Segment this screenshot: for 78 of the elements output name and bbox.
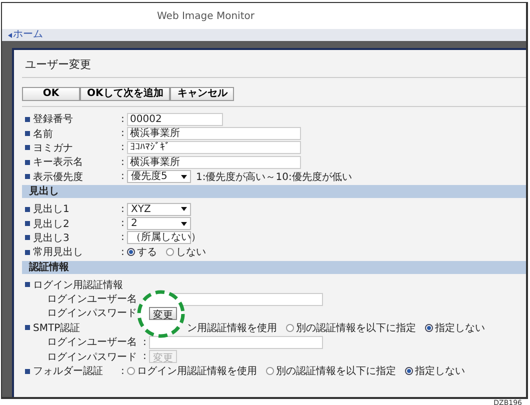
radio-label[interactable]: 別の認証情報を以下に指定 — [296, 320, 416, 335]
radio-label[interactable]: する — [137, 245, 157, 260]
ok-button[interactable]: OKして次を追加 — [80, 87, 170, 101]
cancel-button[interactable]: キャンセル — [170, 87, 234, 101]
colon: : — [121, 171, 124, 182]
text-field[interactable]: 横浜事業所 — [127, 127, 301, 140]
bullet-icon — [25, 325, 30, 330]
radio-button[interactable] — [425, 324, 433, 332]
field-label: ログインユーザー名 — [47, 293, 137, 306]
text-field[interactable] — [149, 336, 323, 349]
field-label: 常用見出し — [33, 246, 83, 260]
field-label: 表示優先度 — [33, 170, 83, 184]
app-title: Web Image Monitor — [157, 10, 254, 22]
radio-button[interactable] — [166, 248, 174, 256]
bullet-icon — [25, 206, 30, 212]
colon: : — [121, 142, 124, 154]
colon: : — [121, 246, 124, 258]
radio-label[interactable]: しない — [176, 245, 206, 260]
field-label: ヨミガナ — [33, 142, 73, 155]
text-field[interactable]: 00002 — [127, 112, 223, 126]
colon: : — [121, 366, 124, 377]
radio-label[interactable]: ログイン用認証情報を使用 — [137, 364, 257, 378]
change-button[interactable]: 変更 — [149, 306, 177, 320]
field-label: ログイン用認証情報 — [33, 278, 123, 292]
radio-label[interactable]: 別の認証情報を以下に指定 — [276, 364, 396, 378]
back-arrow-icon — [8, 32, 12, 38]
field-label: 見出し1 — [33, 202, 70, 216]
ok-button[interactable]: OK — [22, 87, 80, 101]
bullet-icon — [25, 116, 30, 122]
radio-button[interactable] — [127, 248, 135, 256]
bullet-icon — [25, 235, 30, 240]
section-header: 見出し — [22, 184, 526, 198]
radio-button[interactable] — [266, 367, 274, 376]
dropdown[interactable]: 2 — [127, 217, 191, 230]
radio-label[interactable]: 指定しない — [415, 364, 465, 378]
field-label: 名前 — [33, 128, 53, 141]
field-label: フォルダー認証 — [33, 364, 103, 378]
colon: : — [121, 204, 124, 215]
radio-button[interactable] — [405, 367, 413, 376]
field-label: ログインパスワード — [47, 307, 137, 320]
text-field[interactable]: 横浜事業所 — [127, 156, 301, 169]
field-label: 見出し2 — [33, 218, 70, 231]
bullet-icon — [25, 160, 30, 165]
hint-text: 1:優先度が高い～10:優先度が低い — [196, 170, 352, 184]
text-field[interactable] — [171, 292, 323, 306]
bullet-icon — [25, 282, 30, 288]
field-label: 見出し3 — [33, 232, 70, 245]
section-header: 認証情報 — [22, 260, 526, 274]
field-label: キー表示名 — [33, 156, 83, 170]
radio-button[interactable] — [127, 367, 135, 376]
colon: : — [121, 218, 124, 230]
field-label: 登録番号 — [33, 112, 73, 126]
dropdown[interactable]: XYZ — [127, 202, 191, 216]
field-label: ログインパスワード — [47, 350, 137, 364]
colon: : — [121, 128, 124, 140]
bullet-icon — [25, 221, 30, 226]
colon: : — [121, 114, 124, 125]
colon: : — [121, 232, 124, 244]
bullet-icon — [25, 145, 30, 150]
radio-label[interactable]: 指定しない — [435, 320, 485, 335]
bullet-icon — [25, 131, 30, 136]
colon: : — [121, 156, 124, 168]
field-label: SMTP認証 — [33, 322, 80, 335]
colon: : — [143, 336, 146, 348]
radio-label[interactable]: ン用認証情報を使用 — [187, 320, 277, 335]
caret-icon — [181, 207, 187, 212]
text-field[interactable]: ﾖｺﾊﾏｼﾞｷﾞ — [127, 141, 301, 154]
bullet-icon — [25, 250, 30, 255]
radio-button[interactable] — [286, 324, 294, 332]
caret-icon — [181, 174, 187, 179]
colon: : — [143, 351, 146, 362]
bullet-icon — [25, 368, 30, 374]
bullet-icon — [25, 174, 30, 180]
dialog-title: ユーザー変更 — [22, 50, 526, 78]
caret-icon — [181, 222, 187, 226]
home-link[interactable]: ホーム — [8, 29, 43, 41]
field-label: ログインユーザー名 — [47, 336, 137, 350]
dropdown[interactable]: 優先度5 — [127, 170, 191, 184]
